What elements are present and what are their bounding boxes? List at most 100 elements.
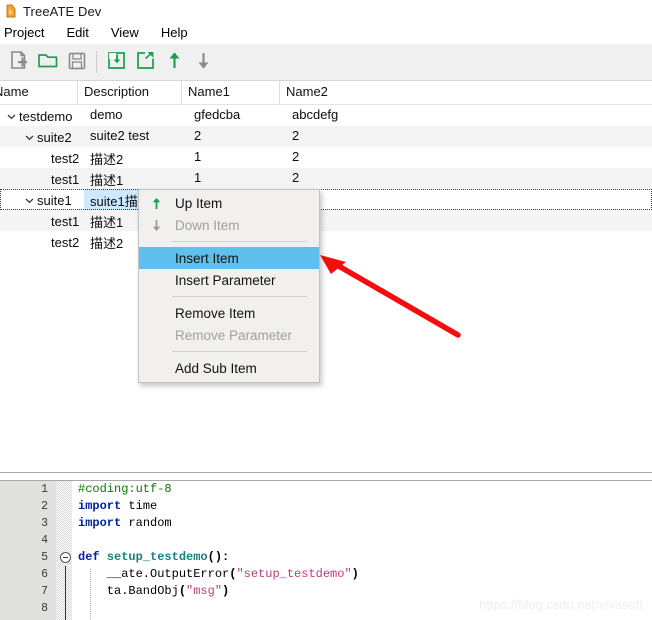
cell-name1[interactable]: 1	[188, 168, 286, 189]
cell-name[interactable]: suite2	[0, 126, 84, 147]
line-number: 4	[41, 534, 48, 547]
line-number: 8	[41, 602, 48, 615]
cell-description[interactable]: 描述1	[84, 168, 188, 189]
new-file-icon	[8, 50, 29, 74]
cell-name[interactable]: test1	[0, 210, 84, 231]
context-menu-item-add-sub-item[interactable]: Add Sub Item	[139, 357, 319, 379]
panel-splitter[interactable]	[0, 472, 652, 481]
toolbar	[0, 44, 652, 81]
move-up-button[interactable]	[160, 48, 189, 77]
cell-name1[interactable]: 1	[188, 147, 286, 168]
row-name-label: suite1	[37, 193, 72, 208]
fold-collapse-icon[interactable]	[60, 552, 71, 563]
tree-body: testdemo demo gfedcba abcdefg suite2 sui…	[0, 105, 652, 252]
menu-project[interactable]: Project	[0, 23, 55, 43]
import-button[interactable]	[102, 48, 131, 77]
row-name-label: test2	[51, 235, 80, 250]
row-name-label: testdemo	[19, 109, 73, 124]
line-code: #coding:utf-8	[78, 481, 172, 498]
cell-name2[interactable]: 2	[286, 210, 652, 231]
cell-description[interactable]: suite2 test	[84, 126, 188, 147]
code-token: time	[121, 499, 158, 513]
row-name-label: suite2	[37, 130, 72, 145]
arrow-down-icon	[194, 50, 213, 74]
code-token: )	[351, 567, 359, 581]
new-file-button[interactable]	[4, 48, 33, 77]
code-token: import	[78, 499, 122, 513]
code-token: random	[121, 516, 172, 530]
line-code: def setup_testdemo():	[78, 549, 229, 566]
save-icon	[67, 51, 87, 74]
cell-name[interactable]: testdemo	[0, 105, 84, 126]
cell-name[interactable]: test1	[0, 168, 84, 189]
cell-description[interactable]: demo	[84, 105, 188, 126]
cell-name2[interactable]: 2	[286, 147, 652, 168]
menu-view[interactable]: View	[100, 23, 150, 43]
project-tree-panel: Name Description Name1 Name2 testdemo de…	[0, 81, 652, 472]
column-header-description[interactable]: Description	[78, 81, 182, 105]
arrow-up-icon	[165, 50, 184, 74]
context-menu-label: Remove Parameter	[175, 327, 293, 343]
code-token: import	[78, 516, 122, 530]
code-token: (	[178, 584, 187, 598]
line-code: import random	[78, 515, 172, 532]
context-menu-label: Down Item	[175, 217, 240, 233]
context-menu-item-down-item[interactable]: Down Item	[139, 214, 319, 236]
code-token: def	[78, 550, 100, 564]
context-menu-item-up-item[interactable]: Up Item	[139, 192, 319, 214]
cell-name[interactable]: test2	[0, 147, 84, 168]
app-icon	[4, 4, 17, 18]
cell-name2[interactable]: abcdefg	[286, 105, 652, 126]
table-row[interactable]: test1 描述1 1 2	[0, 210, 652, 231]
cell-name1[interactable]: 2	[188, 126, 286, 147]
chevron-down-icon[interactable]	[22, 194, 36, 208]
chevron-down-icon[interactable]	[22, 131, 36, 145]
context-menu-item-remove-item[interactable]: Remove Item	[139, 302, 319, 324]
context-menu: Up Item Down Item Insert Item Insert Par…	[138, 189, 320, 383]
column-header-name2[interactable]: Name2	[280, 81, 646, 105]
cell-name2[interactable]: 2	[286, 168, 652, 189]
table-row-selected[interactable]: suite1 suite1描述 2 2	[0, 189, 652, 210]
cell-name[interactable]: suite1	[0, 189, 84, 210]
toolbar-separator-1	[96, 51, 97, 73]
line-code: __ate.OutputError("setup_testdemo")	[78, 566, 359, 583]
move-down-button[interactable]	[189, 48, 218, 77]
save-button[interactable]	[62, 48, 91, 77]
menu-edit[interactable]: Edit	[55, 23, 99, 43]
code-token: "setup_testdemo"	[236, 567, 352, 581]
cell-name2[interactable]: 2	[286, 231, 652, 252]
window-title: TreeATE Dev	[23, 3, 102, 19]
fold-guide-line	[65, 566, 66, 620]
line-number: 6	[41, 568, 48, 581]
cell-name2[interactable]: 2	[286, 189, 652, 210]
menu-help[interactable]: Help	[150, 23, 199, 43]
editor-line: 1 #coding:utf-8	[0, 481, 652, 498]
table-row[interactable]: test2 描述2 1 2	[0, 231, 652, 252]
editor-line: 3 import random	[0, 515, 652, 532]
indent-guide	[90, 569, 91, 620]
table-row[interactable]: suite2 suite2 test 2 2	[0, 126, 652, 147]
row-name-label: test2	[51, 151, 80, 166]
column-header-name[interactable]: Name	[0, 81, 78, 105]
table-row[interactable]: testdemo demo gfedcba abcdefg	[0, 105, 652, 126]
column-header-name1[interactable]: Name1	[182, 81, 280, 105]
context-menu-item-insert-item[interactable]: Insert Item	[139, 247, 319, 269]
row-name-label: test1	[51, 214, 80, 229]
line-code: import time	[78, 498, 157, 515]
context-menu-item-remove-parameter[interactable]: Remove Parameter	[139, 324, 319, 346]
table-row[interactable]: test2 描述2 1 2	[0, 147, 652, 168]
line-number: 7	[41, 585, 48, 598]
context-menu-item-insert-parameter[interactable]: Insert Parameter	[139, 269, 319, 291]
cell-description[interactable]: 描述2	[84, 147, 188, 168]
code-token: setup_testdemo	[106, 550, 208, 564]
context-menu-label: Insert Parameter	[175, 272, 276, 288]
cell-name[interactable]: test2	[0, 231, 84, 252]
export-button[interactable]	[131, 48, 160, 77]
table-row[interactable]: test1 描述1 1 2	[0, 168, 652, 189]
open-folder-button[interactable]	[33, 48, 62, 77]
cell-name1[interactable]: gfedcba	[188, 105, 286, 126]
editor-line: 6 __ate.OutputError("setup_testdemo")	[0, 566, 652, 583]
cell-name2[interactable]: 2	[286, 126, 652, 147]
chevron-down-icon[interactable]	[4, 110, 18, 124]
